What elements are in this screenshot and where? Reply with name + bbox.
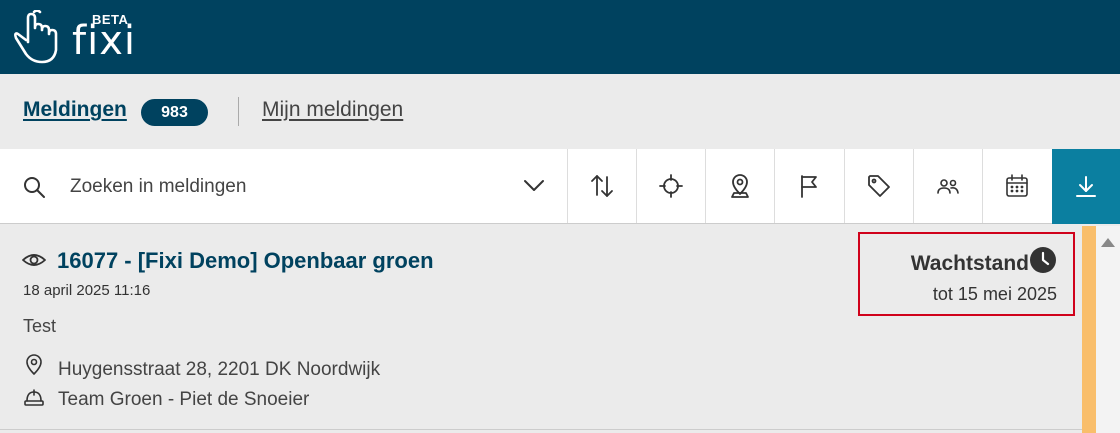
- report-date: 18 april 2025 11:16: [23, 282, 151, 299]
- eye-icon: [22, 254, 46, 266]
- download-button[interactable]: [1052, 149, 1120, 224]
- status-color-bar: [1082, 226, 1096, 433]
- fixi-logo[interactable]: BETA fixi: [12, 10, 142, 66]
- calendar-icon: [1006, 174, 1028, 197]
- crosshair-icon: [659, 174, 683, 198]
- users-icon: [937, 179, 959, 194]
- hand-logo-icon: [14, 10, 58, 64]
- users-filter-button[interactable]: [913, 149, 982, 223]
- my-location-button[interactable]: [636, 149, 705, 223]
- chevron-down-icon[interactable]: [522, 173, 546, 197]
- report-description: Test: [23, 316, 57, 336]
- tag-icon: [868, 175, 890, 197]
- report-card[interactable]: 16077 - [Fixi Demo] Openbaar groen 18 ap…: [0, 226, 1082, 430]
- location-filter-button[interactable]: [705, 149, 774, 223]
- search-toolbar: [0, 149, 1120, 224]
- flag-icon: [801, 175, 817, 198]
- sort-button[interactable]: [567, 149, 636, 223]
- scroll-up-arrow[interactable]: [1101, 238, 1115, 247]
- tab-separator: [238, 97, 239, 126]
- scrollbar[interactable]: [1096, 226, 1120, 433]
- tabs-bar: Meldingen 983 Mijn meldingen: [0, 74, 1120, 149]
- logo-wordmark: fixi: [72, 18, 136, 64]
- status-highlight-box: Wachtstand tot 15 mei 2025: [858, 232, 1075, 316]
- status-label: Wachtstand: [910, 252, 1029, 275]
- meldingen-count-badge: 983: [141, 99, 208, 126]
- search-icon: [24, 177, 45, 198]
- clock-icon: [1030, 247, 1056, 273]
- tab-meldingen[interactable]: Meldingen: [23, 98, 127, 122]
- date-filter-button[interactable]: [982, 149, 1051, 223]
- status-until-date: tot 15 mei 2025: [932, 284, 1057, 304]
- tab-mijn-meldingen[interactable]: Mijn meldingen: [262, 98, 403, 122]
- top-bar: BETA fixi: [0, 0, 1120, 74]
- download-icon: [1076, 175, 1096, 197]
- report-address: Huygensstraat 28, 2201 DK Noordwijk: [58, 359, 381, 380]
- flag-filter-button[interactable]: [774, 149, 843, 223]
- location-pin-icon: [26, 354, 42, 375]
- search-input[interactable]: [70, 173, 500, 201]
- report-title-link[interactable]: 16077 - [Fixi Demo] Openbaar groen: [57, 248, 434, 274]
- tag-filter-button[interactable]: [844, 149, 913, 223]
- report-team: Team Groen - Piet de Snoeier: [58, 389, 310, 410]
- sort-icon: [591, 175, 613, 197]
- hard-hat-icon: [24, 389, 44, 406]
- location-user-icon: [731, 174, 749, 198]
